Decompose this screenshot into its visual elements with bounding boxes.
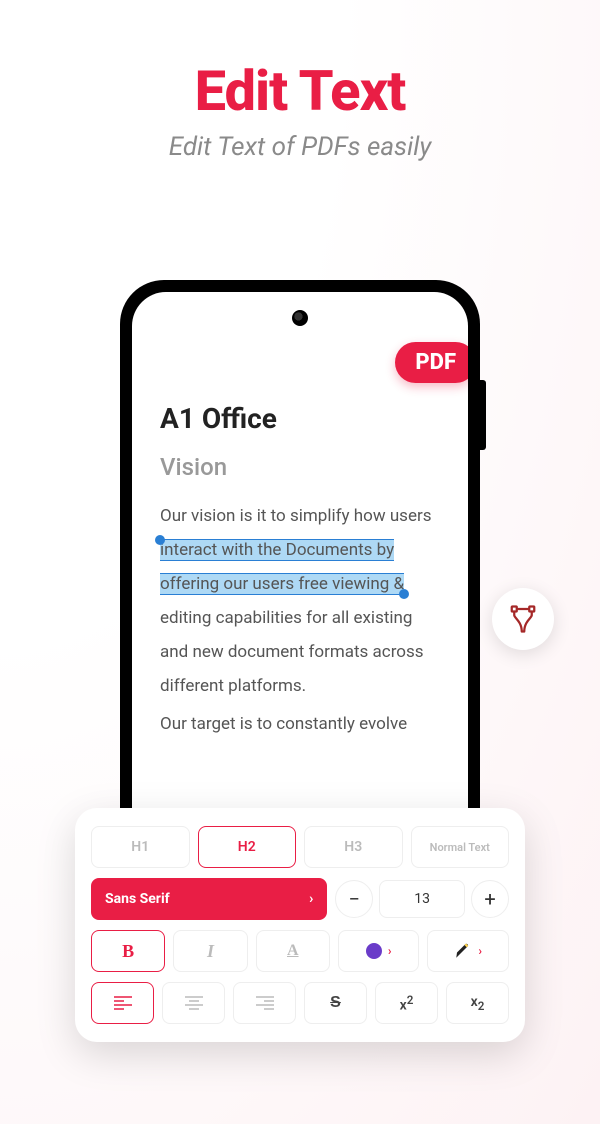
normal-text-button[interactable]: Normal Text [411, 826, 510, 868]
formatting-toolbar: H1 H2 H3 Normal Text Sans Serif › − 13 +… [75, 808, 525, 1042]
color-swatch-icon [366, 943, 382, 959]
vector-edit-button[interactable] [492, 588, 554, 650]
body-text[interactable]: Our target is to constantly evolve [160, 714, 407, 734]
selection-handle-end[interactable] [399, 589, 409, 599]
superscript-icon: x2 [400, 993, 414, 1014]
selection-handle-start[interactable] [155, 535, 165, 545]
font-size-stepper: − 13 + [335, 878, 509, 920]
page-title: Edit Text [0, 58, 600, 124]
subscript-button[interactable]: x2 [446, 982, 509, 1024]
body-text[interactable]: editing capabilities for all existing an… [160, 608, 424, 696]
document-title: A1 Office [160, 402, 440, 435]
italic-button[interactable]: I [173, 930, 247, 972]
underline-icon: A [287, 942, 299, 960]
vector-pen-icon [508, 604, 538, 634]
page-subtitle: Edit Text of PDFs easily [0, 132, 600, 162]
chevron-right-icon: › [388, 944, 392, 958]
font-family-label: Sans Serif [105, 891, 170, 907]
camera-notch [292, 310, 308, 326]
subscript-icon: x2 [471, 994, 485, 1013]
marker-icon [454, 942, 472, 960]
strikethrough-button[interactable]: S [304, 982, 367, 1024]
text-color-button[interactable]: › [338, 930, 420, 972]
align-right-icon [256, 996, 274, 1010]
heading-h1-button[interactable]: H1 [91, 826, 190, 868]
chevron-right-icon: › [478, 944, 482, 958]
highlight-color-button[interactable]: › [427, 930, 509, 972]
font-size-value[interactable]: 13 [379, 880, 465, 918]
increase-size-button[interactable]: + [471, 880, 509, 918]
text-selection[interactable]: interact with the Documents by offering … [160, 539, 404, 595]
pdf-badge: PDF [395, 342, 468, 383]
align-center-button[interactable] [162, 982, 225, 1024]
italic-icon: I [207, 941, 214, 962]
superscript-button[interactable]: x2 [375, 982, 438, 1024]
align-right-button[interactable] [233, 982, 296, 1024]
decrease-size-button[interactable]: − [335, 880, 373, 918]
selected-text[interactable]: interact with the Documents by offering … [160, 540, 404, 594]
heading-h3-button[interactable]: H3 [304, 826, 403, 868]
bold-button[interactable]: B [91, 930, 165, 972]
document-body[interactable]: Our vision is it to simplify how users i… [160, 499, 440, 741]
align-left-button[interactable] [91, 982, 154, 1024]
align-center-icon [185, 996, 203, 1010]
body-text[interactable]: Our vision is it to simplify how users [160, 506, 432, 526]
document-heading: Vision [160, 453, 440, 481]
chevron-right-icon: › [309, 891, 313, 907]
font-family-dropdown[interactable]: Sans Serif › [91, 878, 327, 920]
align-left-icon [114, 996, 132, 1010]
bold-icon: B [122, 941, 134, 962]
underline-button[interactable]: A [256, 930, 330, 972]
strikethrough-icon: S [330, 994, 341, 1012]
heading-h2-button[interactable]: H2 [198, 826, 297, 868]
